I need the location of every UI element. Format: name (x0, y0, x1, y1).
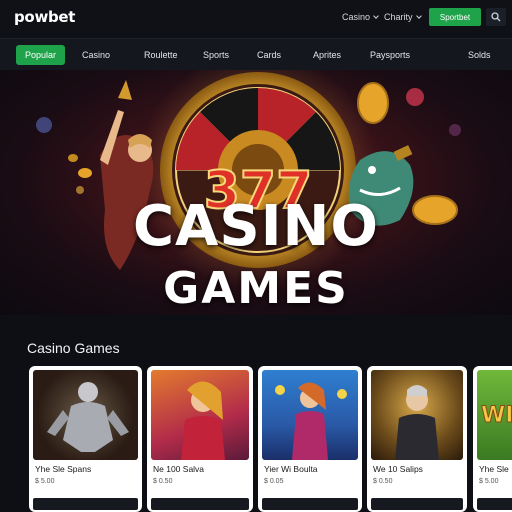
search-button[interactable] (486, 8, 506, 26)
game-title: Yier Wi Boulta (264, 464, 318, 474)
hero-banner[interactable]: 377 CASINO GAMES (0, 70, 512, 315)
nav-item-sports[interactable]: Sports (203, 45, 229, 65)
game-card[interactable]: We 10 Salips $ 0.50 (367, 366, 467, 512)
card-footer-bar (477, 498, 512, 510)
game-thumbnail (262, 370, 358, 460)
charity-dropdown-label: Charity (384, 12, 413, 22)
card-footer-bar (33, 498, 138, 510)
gold-coin-icon (68, 154, 78, 162)
bokeh-light (449, 124, 461, 136)
hero-title-line2: GAMES (163, 263, 349, 314)
game-title: Yhe Sle Spans (35, 464, 92, 474)
game-card-list: Yhe Sle Spans $ 5.00 Ne 100 Salva $ 0.50… (27, 366, 512, 512)
nav-item-cards[interactable]: Cards (257, 45, 281, 65)
brand-logo[interactable]: powbet (14, 8, 75, 26)
gold-coin-icon (78, 168, 92, 178)
casino-dropdown-label: Casino (342, 12, 371, 22)
top-header: powbet Casino Charity Sportbet (0, 0, 512, 38)
game-title: Ne 100 Salva (153, 464, 205, 474)
card-footer-bar (262, 498, 358, 510)
nav-item-casino[interactable]: Casino (82, 45, 110, 65)
game-thumbnail: WIL (477, 370, 512, 460)
game-thumbnail (371, 370, 463, 460)
section-title: Casino Games (27, 340, 120, 356)
card-footer-bar (371, 498, 463, 510)
nav-item-roulette[interactable]: Roulette (144, 45, 178, 65)
nav-item-solds[interactable]: Solds (468, 45, 491, 65)
chevron-down-icon (415, 13, 422, 19)
game-title: Yhe Sle (479, 464, 509, 474)
game-min-bet: $ 0.50 (153, 478, 173, 485)
game-title: We 10 Salips (373, 464, 423, 474)
nav-item-aprites[interactable]: Aprites (313, 45, 341, 65)
chevron-down-icon (373, 13, 379, 19)
svg-text:WIL: WIL (481, 403, 512, 428)
game-card[interactable]: WIL Yhe Sle $ 5.00 (473, 366, 512, 512)
hero-title-line1: CASINO (132, 194, 380, 259)
game-card[interactable]: Yier Wi Boulta $ 0.05 (258, 366, 362, 512)
bokeh-light (76, 186, 84, 194)
game-thumbnail (33, 370, 138, 460)
casino-dropdown[interactable]: Casino (342, 12, 379, 22)
game-min-bet: $ 5.00 (35, 478, 55, 485)
game-card[interactable]: Ne 100 Salva $ 0.50 (147, 366, 253, 512)
bokeh-light (36, 117, 52, 133)
nav-item-popular[interactable]: Popular (16, 45, 66, 65)
category-nav: Popular Casino Roulette Sports Cards Apr… (0, 38, 512, 70)
charity-dropdown[interactable]: Charity (384, 12, 422, 22)
game-card[interactable]: Yhe Sle Spans $ 5.00 (29, 366, 142, 512)
game-min-bet: $ 0.05 (264, 478, 284, 485)
game-min-bet: $ 0.50 (373, 478, 393, 485)
nav-item-paysports[interactable]: Paysports (370, 45, 410, 65)
signup-button[interactable]: Sportbet (429, 8, 481, 26)
game-min-bet: $ 5.00 (479, 478, 499, 485)
card-footer-bar (151, 498, 249, 510)
bokeh-light (406, 88, 424, 106)
gold-coin-icon (357, 82, 389, 124)
game-thumbnail (151, 370, 249, 460)
search-icon (491, 12, 501, 22)
